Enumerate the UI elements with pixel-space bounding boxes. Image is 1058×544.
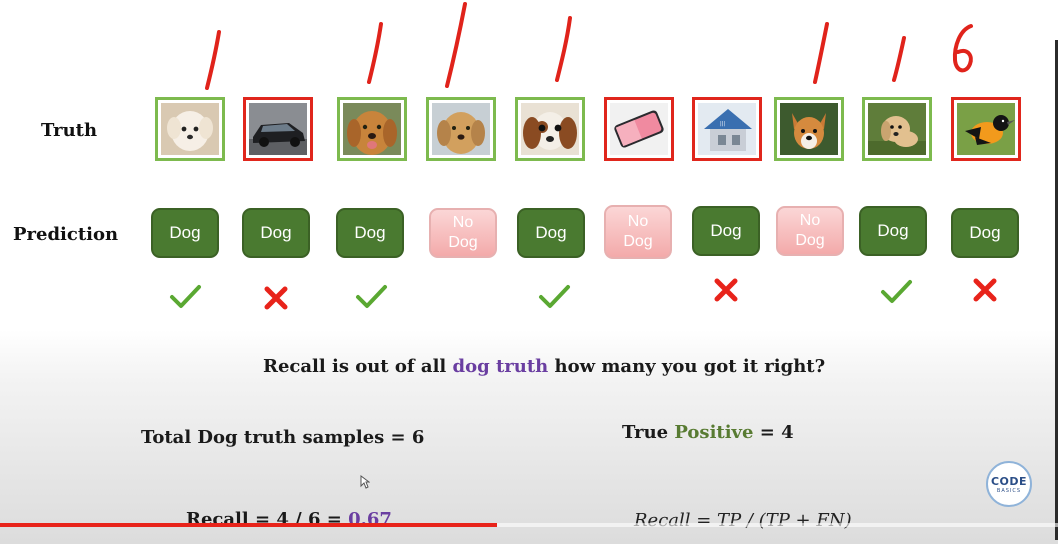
annotation-digit-6	[952, 24, 973, 73]
prediction-button-2: Dog	[242, 208, 310, 258]
prediction-button-4: No Dog	[429, 208, 497, 258]
logo-line1: CODE	[990, 474, 1028, 488]
puppy-on-grass-image	[868, 103, 926, 155]
truth-label: Truth	[41, 120, 98, 141]
prediction-button-6: No Dog	[604, 205, 672, 259]
prediction-button-3: Dog	[336, 208, 404, 258]
truth-card-5	[515, 97, 585, 161]
truth-card-7: |||	[692, 97, 762, 161]
annotation-stroke-3	[445, 2, 467, 88]
cross-icon	[973, 278, 997, 302]
video-progress-fill	[0, 523, 497, 527]
cavalier-spaniel-image	[521, 103, 579, 155]
recall-question: Recall is out of all dog truth how many …	[263, 356, 825, 377]
golden-retriever-image	[343, 103, 401, 155]
cross-icon	[714, 278, 738, 302]
annotation-stroke-2	[367, 22, 383, 84]
recall-formula: Recall = TP / (TP + FN)	[634, 510, 852, 531]
question-after: how many you got it right?	[548, 356, 826, 377]
tp-before: True	[622, 422, 675, 443]
truth-card-4	[426, 97, 496, 161]
prediction-button-5: Dog	[517, 208, 585, 258]
tp-after: = 4	[753, 422, 794, 443]
truth-card-1	[155, 97, 225, 161]
svg-text:|||: |||	[720, 121, 725, 127]
truth-card-8	[774, 97, 844, 161]
prediction-label-6: No Dog	[623, 213, 653, 250]
true-positive: True Positive = 4	[622, 422, 794, 443]
phone-image	[610, 103, 668, 155]
house-image: |||	[698, 103, 756, 155]
prediction-label-4: No Dog	[448, 214, 478, 251]
cross-icon	[264, 286, 288, 310]
tp-highlight: Positive	[674, 422, 754, 443]
question-highlight: dog truth	[452, 356, 549, 377]
truth-card-6	[604, 97, 674, 161]
check-icon	[881, 280, 912, 303]
oriole-bird-image	[957, 103, 1015, 155]
annotation-stroke-6	[892, 36, 906, 82]
prediction-button-8: No Dog	[776, 206, 844, 256]
annotation-stroke-5	[813, 22, 829, 84]
prediction-button-10: Dog	[951, 208, 1019, 258]
check-icon	[539, 285, 570, 308]
truth-card-3	[337, 97, 407, 161]
logo-line2: BASICS	[996, 487, 1022, 494]
prediction-button-7: Dog	[692, 206, 760, 256]
prediction-label: Prediction	[13, 224, 119, 245]
total-dog-truth: Total Dog truth samples = 6	[141, 427, 425, 448]
check-icon	[170, 285, 201, 308]
code-basics-logo: CODE BASICS	[986, 461, 1032, 507]
golden-retriever-2-image	[432, 103, 490, 155]
cursor-icon	[360, 475, 370, 489]
annotation-strokes	[205, 2, 973, 90]
truth-card-10	[951, 97, 1021, 161]
prediction-label-8: No Dog	[795, 212, 825, 249]
truth-card-9	[862, 97, 932, 161]
annotation-stroke-4	[555, 16, 572, 82]
car-image	[249, 103, 307, 155]
white-puppy-image	[161, 103, 219, 155]
question-before: Recall is out of all	[263, 356, 453, 377]
corgi-image	[780, 103, 838, 155]
truth-card-2	[243, 97, 313, 161]
annotation-stroke-1	[205, 30, 221, 90]
prediction-button-1: Dog	[151, 208, 219, 258]
prediction-button-9: Dog	[859, 206, 927, 256]
check-icon	[356, 285, 387, 308]
